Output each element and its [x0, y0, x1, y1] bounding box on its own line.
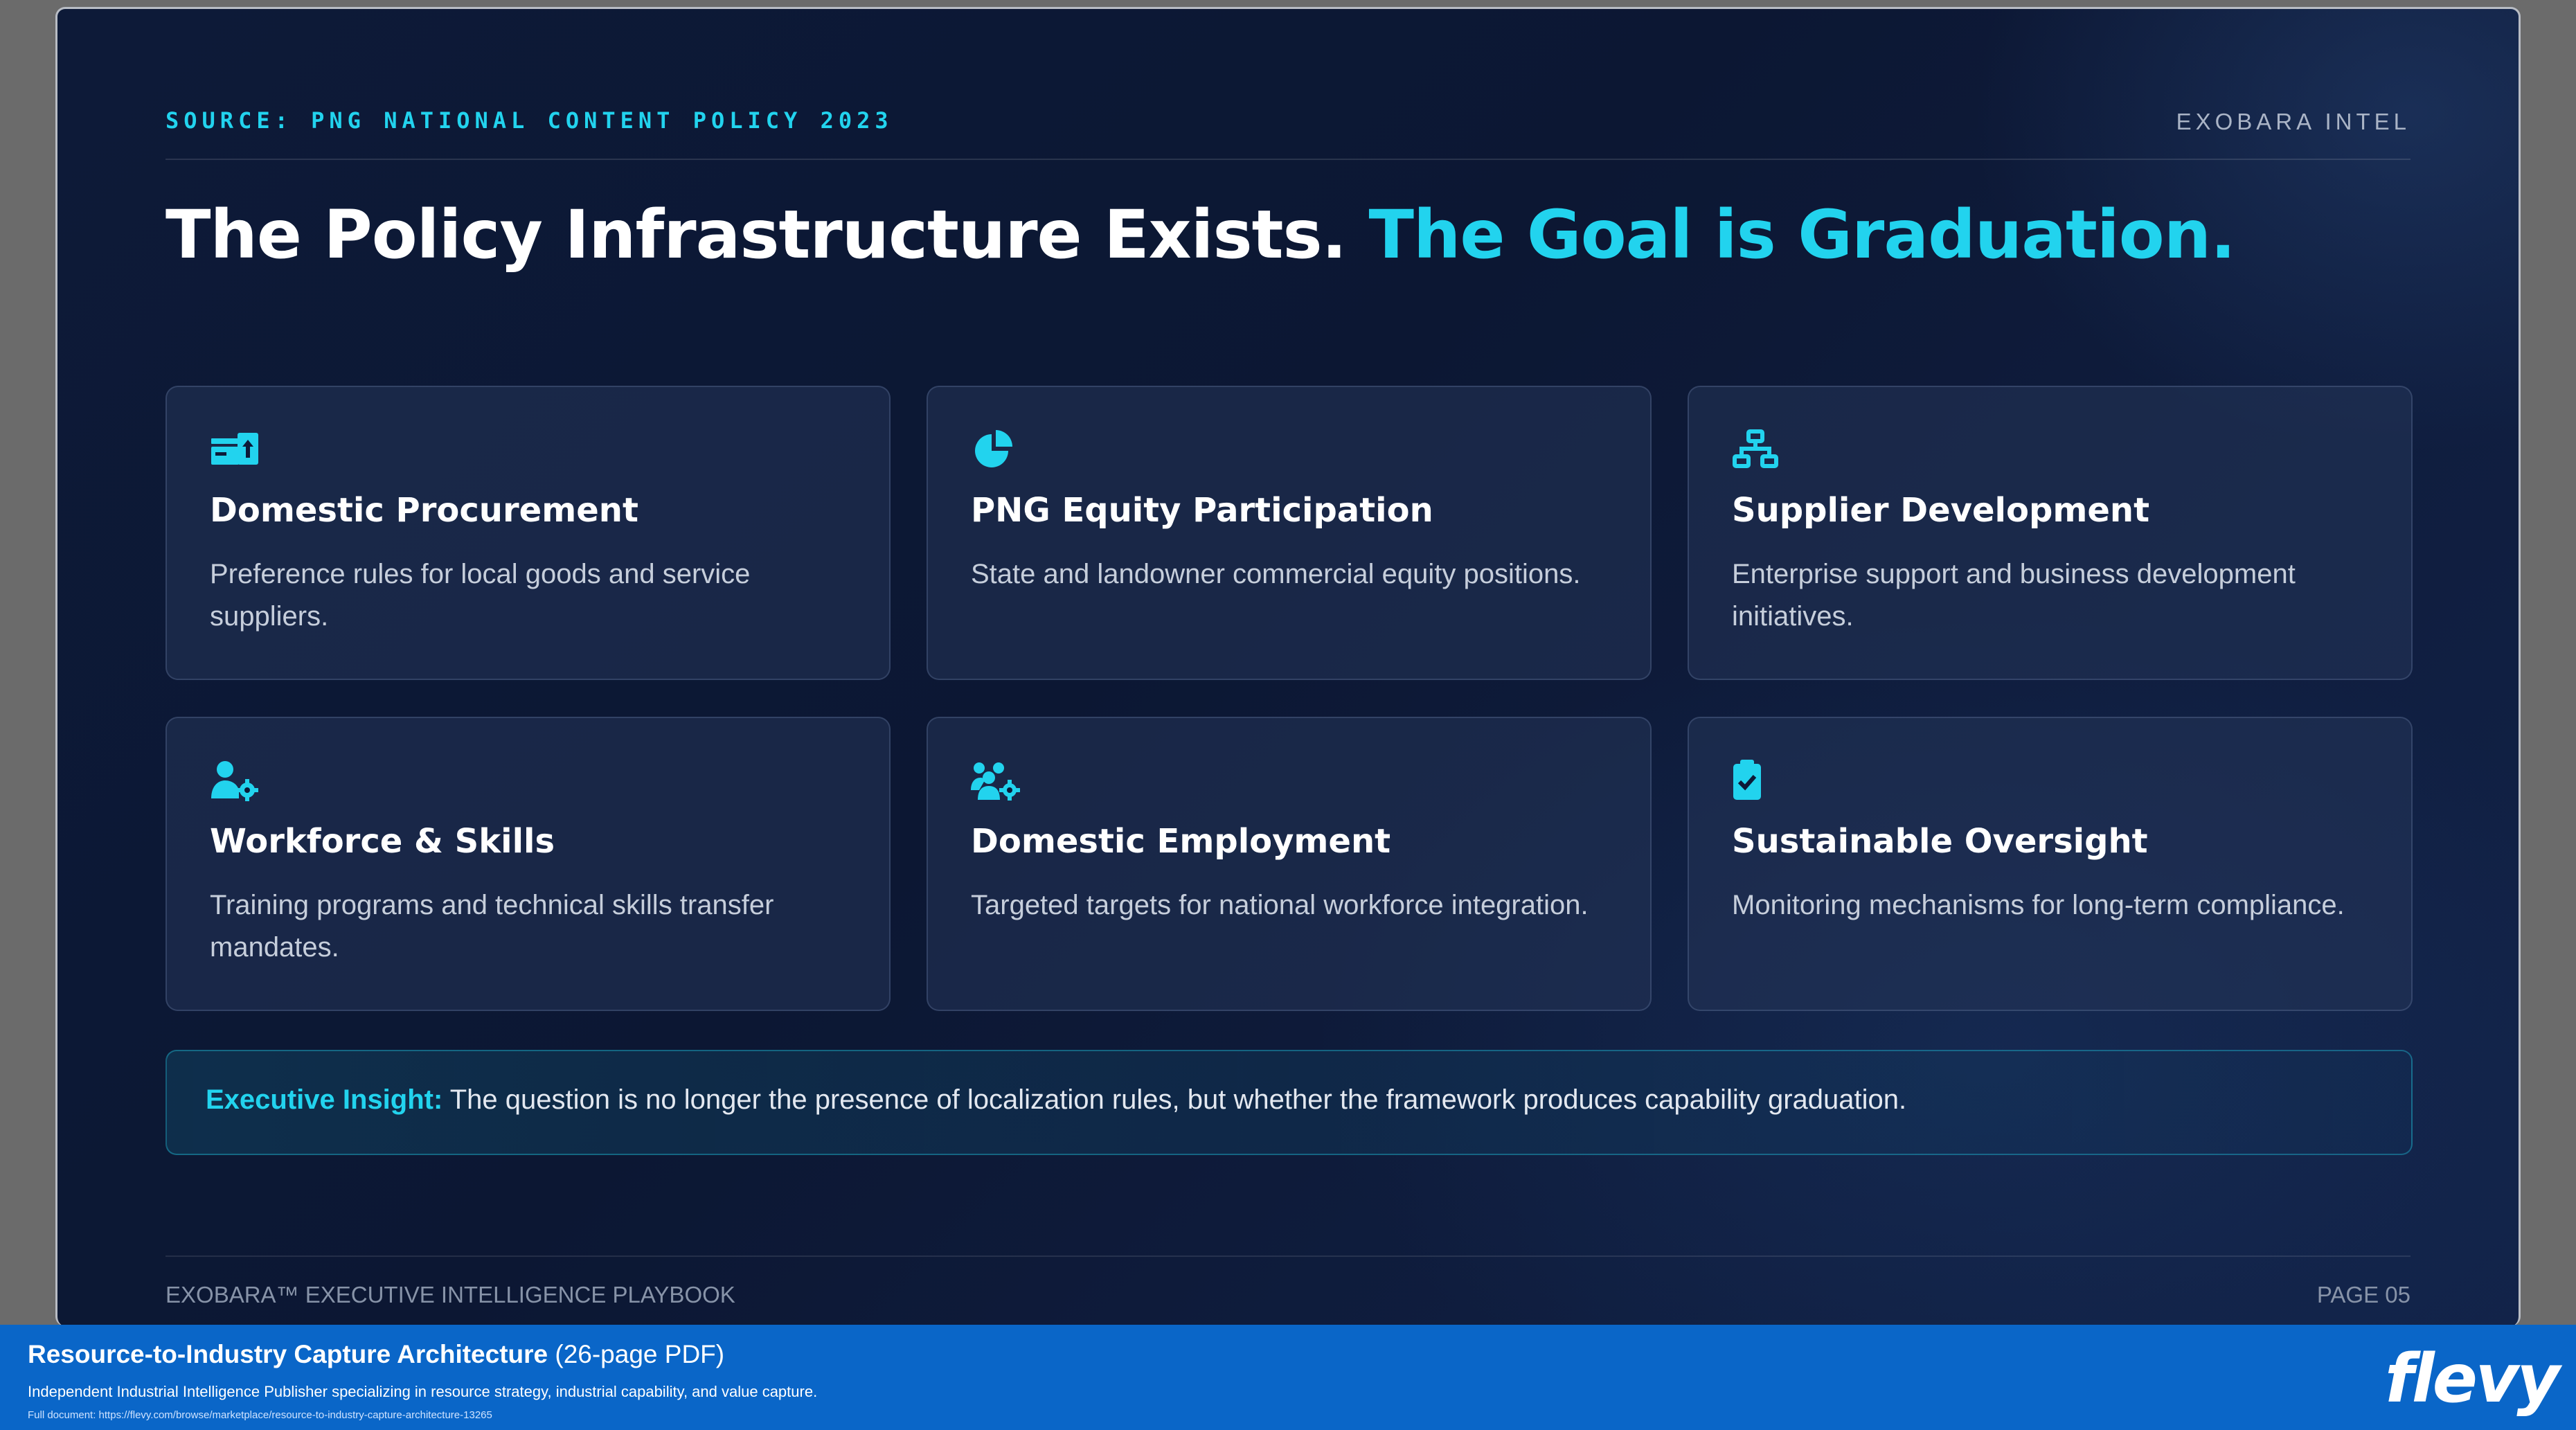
insight-label: Executive Insight: — [206, 1084, 443, 1115]
banner-title-suffix: (26-page PDF) — [555, 1340, 725, 1368]
banner-description: Independent Industrial Intelligence Publ… — [28, 1383, 818, 1400]
card-description: State and landowner commercial equity po… — [971, 559, 1581, 589]
page-number: PAGE 05 — [2316, 1282, 2410, 1307]
executive-insight: Executive Insight: The question is no lo… — [166, 1050, 2413, 1155]
slide-header: SOURCE: PNG NATIONAL CONTENT POLICY 2023… — [166, 105, 2410, 160]
insight-text: The question is no longer the presence o… — [449, 1084, 1907, 1115]
clipboard-check-icon — [1732, 760, 1782, 801]
users-group-icon — [971, 760, 1021, 801]
card-png-equity: PNG Equity Participation State and lando… — [927, 386, 1652, 680]
card-description: Enterprise support and business developm… — [1732, 559, 2296, 632]
card-sustainable-oversight: Sustainable Oversight Monitoring mechani… — [1688, 717, 2413, 1011]
card-description: Preference rules for local goods and ser… — [210, 559, 751, 632]
banner-title[interactable]: Resource-to-Industry Capture Architectur… — [28, 1340, 724, 1369]
page-title: The Policy Infrastructure Exists. The Go… — [166, 196, 2236, 274]
banner-url-link[interactable]: Full document: https://flevy.com/browse/… — [28, 1409, 492, 1421]
card-domestic-procurement: Domestic Procurement Preference rules fo… — [166, 386, 891, 680]
card-workforce-skills: Workforce & Skills Training programs and… — [166, 717, 891, 1011]
pie-chart-icon — [971, 429, 1021, 470]
flevy-logo[interactable]: flevy — [2385, 1340, 2560, 1418]
card-description: Training programs and technical skills t… — [210, 890, 774, 963]
card-domestic-employment: Domestic Employment Targeted targets for… — [927, 717, 1652, 1011]
title-main: The Policy Infrastructure Exists. — [166, 196, 1347, 274]
card-description: Monitoring mechanisms for long-term comp… — [1732, 890, 2345, 920]
brand-label: EXOBARA INTEL — [2176, 109, 2410, 134]
slide: SOURCE: PNG NATIONAL CONTENT POLICY 2023… — [55, 7, 2521, 1326]
banner-title-bold: Resource-to-Industry Capture Architectur… — [28, 1340, 548, 1368]
document-banner[interactable]: Resource-to-Industry Capture Architectur… — [0, 1325, 2576, 1430]
network-icon — [1732, 429, 1782, 470]
card-title: PNG Equity Participation — [971, 491, 1433, 530]
user-gear-icon — [210, 760, 260, 801]
insight-text-line: Executive Insight: The question is no lo… — [206, 1084, 1906, 1116]
card-supplier-development: Supplier Development Enterprise support … — [1688, 386, 2413, 680]
slide-footer: EXOBARA™ EXECUTIVE INTELLIGENCE PLAYBOOK… — [166, 1255, 2410, 1307]
card-description: Targeted targets for national workforce … — [971, 890, 1589, 920]
title-highlight: The Goal is Graduation. — [1368, 196, 2236, 274]
card-title: Workforce & Skills — [210, 822, 555, 861]
procurement-icon — [210, 429, 260, 470]
footer-playbook: EXOBARA™ EXECUTIVE INTELLIGENCE PLAYBOOK — [166, 1282, 735, 1307]
card-title: Sustainable Oversight — [1732, 822, 2148, 861]
card-title: Domestic Procurement — [210, 491, 638, 530]
card-title: Supplier Development — [1732, 491, 2150, 530]
card-title: Domestic Employment — [971, 822, 1391, 861]
source-label: SOURCE: PNG NATIONAL CONTENT POLICY 2023 — [166, 107, 893, 134]
